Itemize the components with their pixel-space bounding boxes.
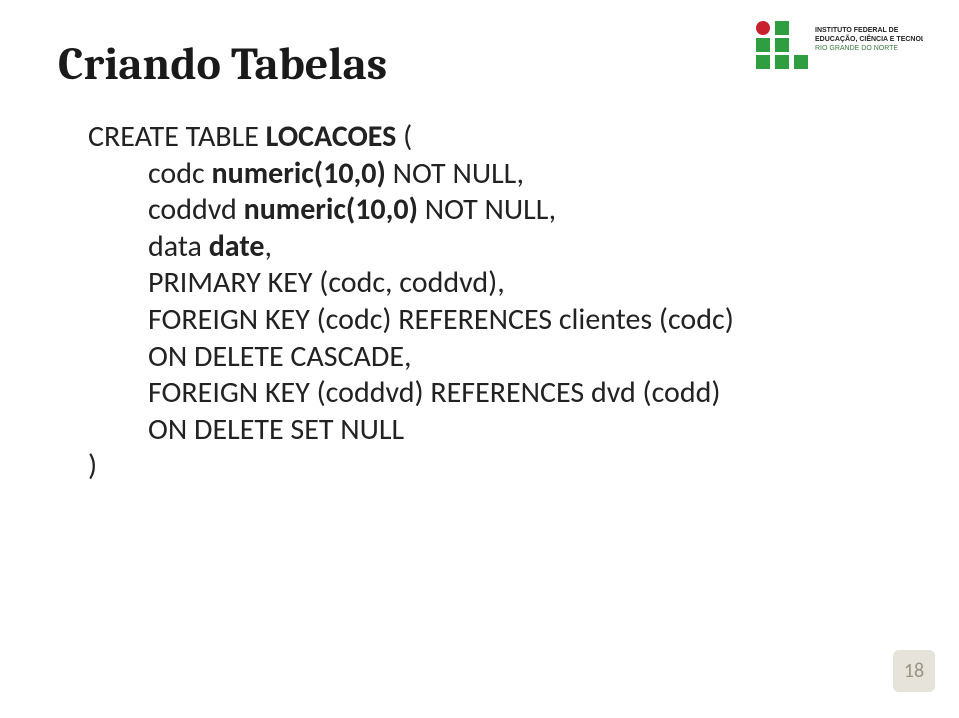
page-number: 18: [904, 659, 924, 683]
code-line-1: CREATE TABLE LOCACOES (: [88, 119, 901, 156]
code-line-2: codc numeric(10,0) NOT NULL,: [88, 156, 901, 193]
page-number-box: 18: [893, 650, 935, 692]
logo-text-line1: INSTITUTO FEDERAL DE: [815, 27, 899, 34]
code-line-3: coddvd numeric(10,0) NOT NULL,: [88, 192, 901, 229]
code-line-5: PRIMARY KEY (codc, coddvd),: [88, 265, 901, 302]
code-line-8: FOREIGN KEY (coddvd) REFERENCES dvd (cod…: [88, 375, 901, 412]
code-line-9: ON DELETE SET NULL: [88, 412, 901, 449]
logo-text-line2: EDUCAÇÃO, CIÊNCIA E TECNOLOGIA: [815, 34, 923, 43]
code-line-10: ): [88, 448, 901, 485]
sql-code-block: CREATE TABLE LOCACOES ( codc numeric(10,…: [88, 119, 901, 485]
code-line-4: data date,: [88, 229, 901, 266]
slide: INSTITUTO FEDERAL DE EDUCAÇÃO, CIÊNCIA E…: [0, 0, 959, 718]
logo-text-line3: RIO GRANDE DO NORTE: [815, 45, 898, 52]
institution-logo: INSTITUTO FEDERAL DE EDUCAÇÃO, CIÊNCIA E…: [753, 18, 923, 72]
code-line-7: ON DELETE CASCADE,: [88, 339, 901, 376]
code-line-6: FOREIGN KEY (codc) REFERENCES clientes (…: [88, 302, 901, 339]
